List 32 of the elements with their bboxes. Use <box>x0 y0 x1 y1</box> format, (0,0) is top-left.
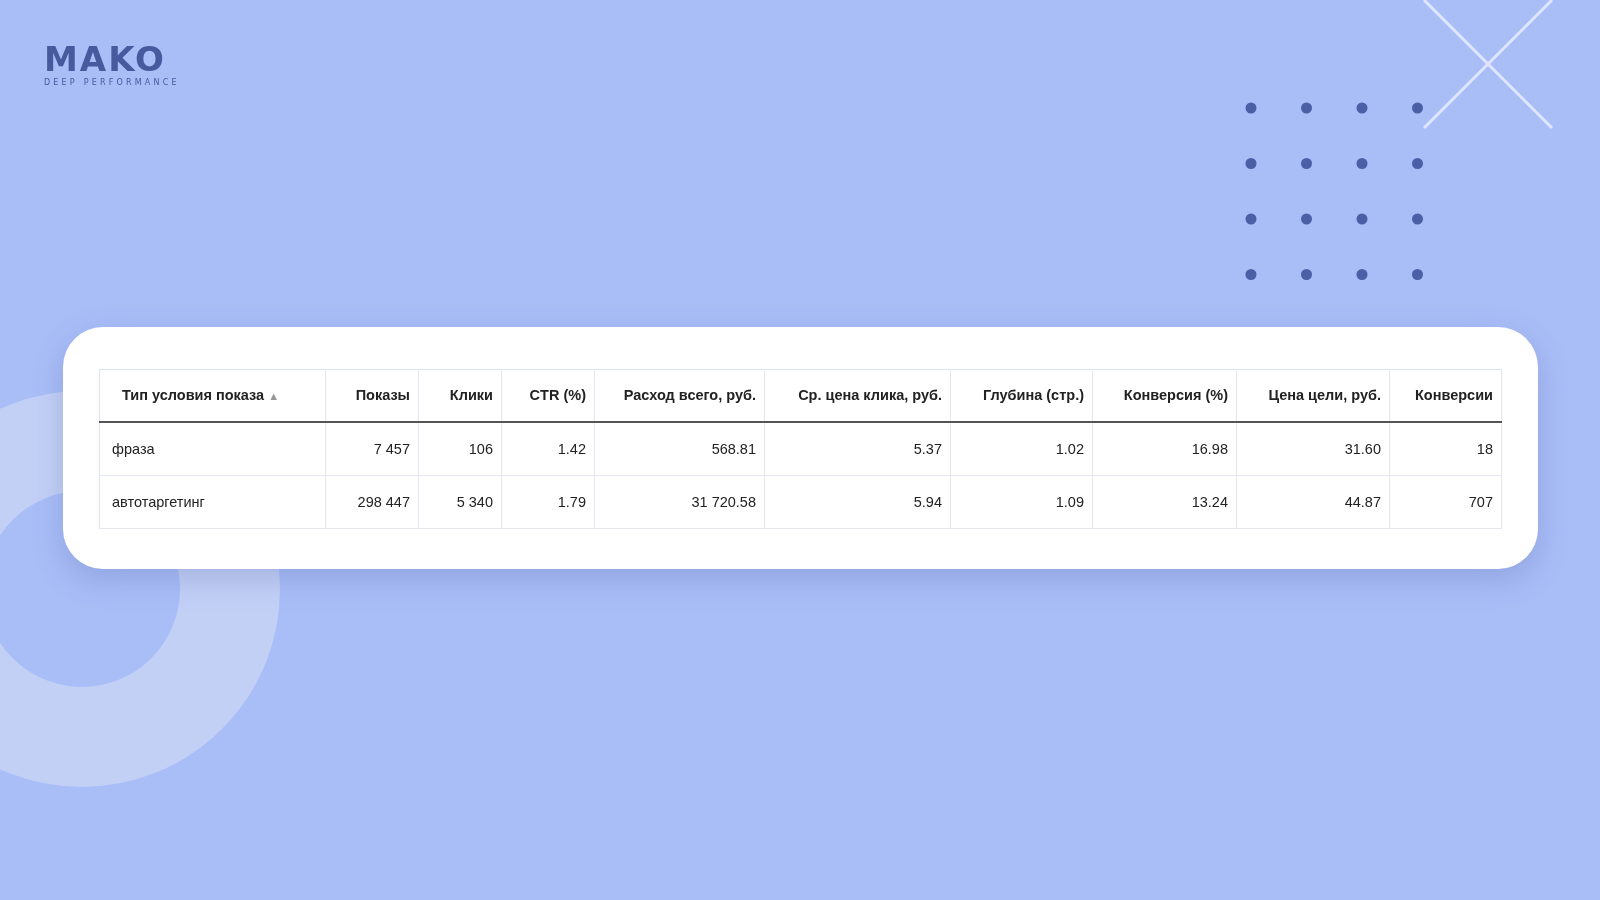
table-cell: 44.87 <box>1344 493 1381 510</box>
table-cell: 5.37 <box>913 440 942 457</box>
table-cell: 31.60 <box>1344 440 1381 457</box>
table-cell: 7 457 <box>373 440 410 457</box>
table-cell: 5 340 <box>456 493 493 510</box>
column-header[interactable]: Глубина (стр.) <box>983 387 1084 404</box>
column-header[interactable]: CTR (%) <box>529 387 586 404</box>
column-header[interactable]: Расход всего, руб. <box>623 387 756 404</box>
table-cell: автотаргетинг <box>112 493 205 510</box>
table-cell: 31 720.58 <box>691 493 756 510</box>
table-cell: 1.42 <box>557 440 586 457</box>
table-cell: 18 <box>1476 440 1493 457</box>
column-header[interactable]: Тип условия показа <box>122 387 265 404</box>
table-cell: 16.98 <box>1191 440 1228 457</box>
logo-wordmark: MAKO <box>44 42 166 76</box>
column-header[interactable]: Клики <box>449 387 493 404</box>
table-cell: 1.02 <box>1055 440 1084 457</box>
table-cell: 707 <box>1468 493 1493 510</box>
table-cell: 106 <box>468 440 493 457</box>
column-header[interactable]: Ср. цена клика, руб. <box>798 387 942 404</box>
logo-tagline: DEEP PERFORMANCE <box>44 78 180 87</box>
column-header[interactable]: Конверсия (%) <box>1123 387 1228 404</box>
table-cell: 1.79 <box>557 493 586 510</box>
table-cell: 13.24 <box>1191 493 1228 510</box>
table-cell: 298 447 <box>357 493 410 510</box>
column-header[interactable]: Конверсии <box>1415 387 1493 404</box>
column-header[interactable]: Цена цели, руб. <box>1268 387 1381 404</box>
table-cell: фраза <box>112 440 155 457</box>
table-cell: 5.94 <box>913 493 942 510</box>
column-header[interactable]: Показы <box>355 387 410 404</box>
table-cell: 1.09 <box>1055 493 1084 510</box>
table-cell: 568.81 <box>711 440 756 457</box>
